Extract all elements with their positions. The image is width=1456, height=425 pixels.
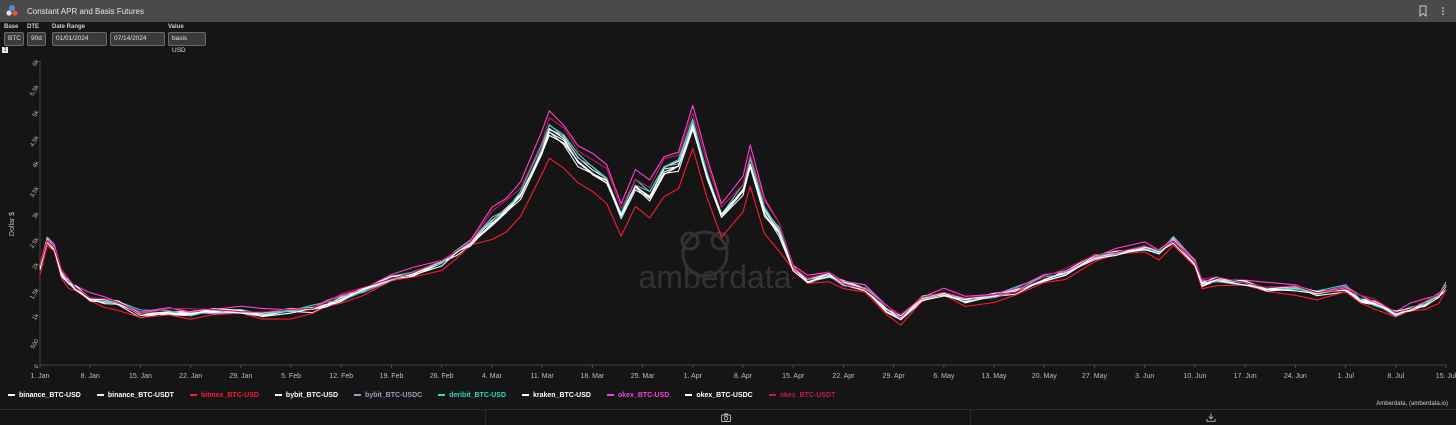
- legend-item-okex_BTC-USDC[interactable]: okex_BTC-USDC: [685, 391, 753, 399]
- index-badge: 1: [2, 47, 8, 53]
- end-date-input[interactable]: 07/14/2024: [110, 32, 165, 46]
- camera-icon[interactable]: [721, 413, 731, 422]
- x-tick-label: 11. Mar: [531, 373, 555, 380]
- x-tick-label: 8. Jan: [81, 373, 100, 380]
- x-tick-label: 1. Apr: [684, 373, 703, 380]
- legend-swatch: [522, 394, 529, 396]
- x-tick-label: 5. Feb: [281, 373, 301, 380]
- value-label: Value: [168, 24, 184, 30]
- x-tick-label: 19. Feb: [380, 373, 404, 380]
- legend-swatch: [768, 394, 776, 396]
- chart-footer: [0, 409, 1456, 425]
- base-control: Base BTC: [4, 24, 24, 46]
- y-axis-label: Dollar $: [9, 212, 16, 236]
- x-tick-label: 10. Jun: [1183, 373, 1206, 380]
- x-tick-label: 25. Mar: [631, 373, 655, 380]
- legend-swatch: [189, 394, 197, 396]
- bookmark-icon[interactable]: [1418, 5, 1428, 17]
- legend-label: okex_BTC-USD: [617, 391, 670, 399]
- base-select[interactable]: BTC: [4, 32, 24, 46]
- legend-swatch: [274, 394, 282, 396]
- legend-swatch: [438, 394, 446, 396]
- x-tick-label: 18. Mar: [580, 373, 604, 380]
- legend-item-okex_BTC-USD[interactable]: okex_BTC-USD: [606, 391, 670, 399]
- x-tick-label: 27. May: [1082, 373, 1107, 380]
- dte-label: DTE: [27, 24, 39, 30]
- x-tick-label: 4. Mar: [482, 373, 503, 380]
- dte-select[interactable]: 90d: [27, 32, 46, 46]
- legend-label: kraken_BTC-USD: [533, 391, 591, 399]
- legend-label: bitmex_BTC-USD: [200, 391, 259, 399]
- legend-label: binance_BTC-USDT: [107, 391, 174, 399]
- x-tick-label: 29. Jan: [229, 373, 252, 380]
- footer-divider: [970, 410, 971, 425]
- y-axis: 05001k1,5k2k2,5k3k3,5k4k4,5k5k5,5k6k: [30, 58, 41, 370]
- legend-item-binance_BTC-USD[interactable]: binance_BTC-USD: [8, 392, 81, 399]
- value-select[interactable]: basis USD: [168, 32, 206, 54]
- legend-label: deribit_BTC-USD: [449, 391, 506, 399]
- date-range-label: Date Range: [52, 24, 86, 30]
- legend-item-kraken_BTC-USD[interactable]: kraken_BTC-USD: [522, 392, 591, 399]
- y-tick-label: 3,5k: [30, 185, 41, 199]
- legend-swatch: [8, 394, 15, 396]
- legend-item-bybit_BTC-USD[interactable]: bybit_BTC-USD: [274, 391, 339, 399]
- download-icon[interactable]: [1206, 413, 1216, 422]
- watermark-text: amberdata: [639, 259, 792, 295]
- y-tick-label: 500: [30, 338, 41, 350]
- x-tick-label: 22. Jan: [179, 373, 202, 380]
- x-tick-label: 22. Apr: [832, 373, 855, 380]
- base-label: Base: [4, 24, 19, 30]
- chart-credit: Amberdata, (amberdata.io): [1376, 401, 1448, 407]
- legend-label: bybit_BTC-USDC: [365, 391, 423, 399]
- y-tick-label: 1,5k: [30, 287, 41, 301]
- x-tick-label: 26. Feb: [430, 373, 454, 380]
- x-tick-label: 13. May: [982, 373, 1007, 380]
- x-tick-label: 6. May: [933, 373, 955, 380]
- legend-swatch: [354, 394, 362, 396]
- x-tick-label: 12. Feb: [329, 373, 353, 380]
- legend-swatch: [96, 394, 104, 396]
- amberdata-logo-icon: [6, 5, 18, 16]
- window-titlebar: Constant APR and Basis Futures: [0, 0, 1456, 22]
- legend-label: okex_BTC-USDC: [696, 391, 753, 399]
- date-range-control: Date Range 01/01/2024 07/14/2024: [52, 24, 165, 46]
- legend-label: okex_BTC-USDT: [779, 391, 836, 399]
- legend-item-okex_BTC-USDT[interactable]: okex_BTC-USDT: [768, 391, 836, 399]
- window-title: Constant APR and Basis Futures: [27, 6, 144, 16]
- legend-item-bitmex_BTC-USD[interactable]: bitmex_BTC-USD: [189, 391, 259, 399]
- dte-control: DTE 90d: [27, 24, 46, 46]
- chart-watermark: amberdata: [639, 230, 792, 295]
- footer-divider: [485, 410, 486, 425]
- chart-legend: binance_BTC-USD binance_BTC-USDT bitmex_BT…: [8, 389, 851, 401]
- start-date-input[interactable]: 01/01/2024: [52, 32, 107, 46]
- x-tick-label: 8. Apr: [734, 373, 753, 380]
- x-tick-label: 15. Jul: [1436, 373, 1456, 380]
- x-axis: 1. Jan 8. Jan 15. Jan 22. Jan 29. Jan 5. Feb 1…: [30, 364, 1456, 380]
- legend-swatch: [685, 394, 693, 396]
- legend-label: binance_BTC-USD: [19, 391, 81, 399]
- legend-item-binance_BTC-USDT[interactable]: binance_BTC-USDT: [96, 391, 174, 399]
- x-tick-label: 15. Jan: [129, 373, 152, 380]
- x-tick-label: 20. May: [1032, 373, 1057, 380]
- legend-swatch: [606, 394, 614, 396]
- x-tick-label: 17. Jun: [1234, 373, 1257, 380]
- basis-line-chart[interactable]: amberdata Dollar $ 05001k1,5k2k2,5k3k3,5…: [0, 54, 1456, 384]
- legend-item-bybit_BTC-USDC[interactable]: bybit_BTC-USDC: [354, 392, 422, 399]
- legend-item-deribit_BTC-USD[interactable]: deribit_BTC-USD: [438, 392, 506, 399]
- x-tick-label: 3. Jun: [1135, 373, 1154, 380]
- x-tick-label: 15. Apr: [782, 373, 805, 380]
- x-tick-label: 1. Jan: [30, 373, 49, 380]
- more-menu-icon[interactable]: [1438, 5, 1448, 17]
- x-tick-label: 29. Apr: [883, 373, 906, 380]
- y-tick-label: 4,5k: [30, 134, 41, 148]
- y-tick-label: 5,5k: [30, 84, 41, 98]
- legend-label: bybit_BTC-USD: [285, 391, 339, 399]
- value-control: Value basis USD: [168, 24, 206, 54]
- x-tick-label: 1. Jul: [1337, 373, 1354, 380]
- y-tick-label: 2,5k: [30, 236, 41, 250]
- x-tick-label: 8. Jul: [1387, 373, 1404, 380]
- x-tick-label: 24. Jun: [1284, 373, 1307, 380]
